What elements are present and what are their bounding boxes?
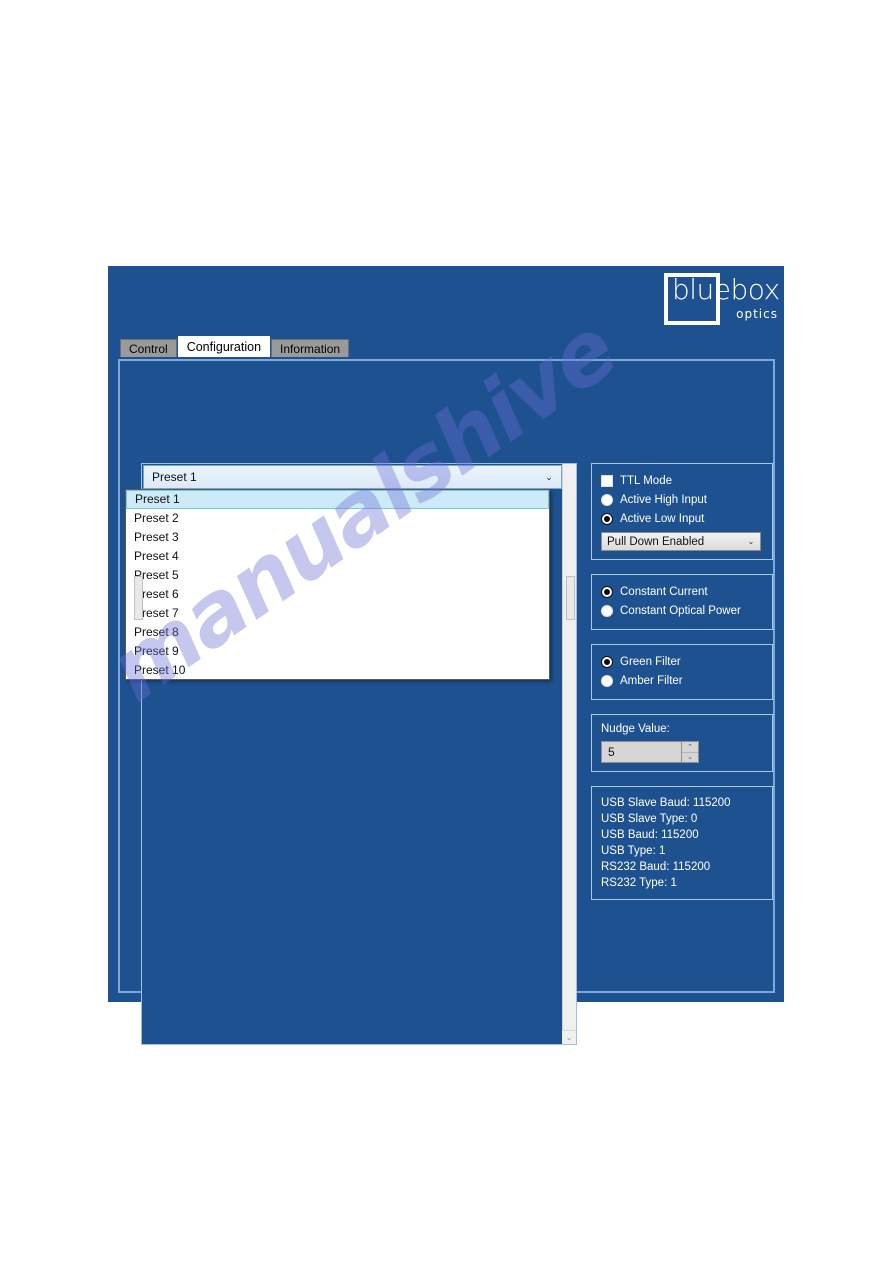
preset-option-8[interactable]: Preset 8: [126, 623, 549, 642]
preset-option-10[interactable]: Preset 10: [126, 661, 549, 680]
preset-option-2[interactable]: Preset 2: [126, 509, 549, 528]
amber-filter-label: Amber Filter: [620, 674, 683, 687]
preset-option-9[interactable]: Preset 9: [126, 642, 549, 661]
green-filter-row[interactable]: Green Filter: [601, 653, 763, 670]
constant-optical-power-row[interactable]: Constant Optical Power: [601, 602, 763, 619]
preset-combobox[interactable]: Preset 1 ⌄: [143, 465, 562, 489]
nudge-value-stepper[interactable]: 5 ⌃ ⌄: [601, 741, 699, 763]
ttl-mode-label: TTL Mode: [620, 474, 672, 487]
logo-tagline: optics: [736, 307, 778, 321]
rs232-baud-line: RS232 Baud: 115200: [601, 861, 711, 873]
preset-dropdown-list[interactable]: Preset 1 Preset 2 Preset 3 Preset 4 Pres…: [125, 489, 550, 680]
pulldown-select[interactable]: Pull Down Enabled ⌄: [601, 532, 761, 551]
logo-wordmark: bluebox: [672, 273, 780, 306]
tab-configuration[interactable]: Configuration: [177, 336, 271, 357]
bluebox-optics-logo: bluebox optics: [664, 269, 782, 331]
usb-slave-baud-line: USB Slave Baud: 115200: [601, 797, 731, 809]
application-window: bluebox optics Control Configuration Inf…: [108, 266, 784, 1045]
nudge-increment-button[interactable]: ⌃: [682, 742, 698, 753]
ttl-mode-checkbox[interactable]: [601, 474, 613, 487]
constant-current-label: Constant Current: [620, 585, 708, 598]
usb-type-line: USB Type: 1: [601, 845, 666, 857]
tab-information[interactable]: Information: [271, 339, 350, 357]
active-high-input-radio[interactable]: [601, 493, 613, 506]
panel-scrollbar[interactable]: ⌄: [562, 464, 576, 1044]
preset-option-3[interactable]: Preset 3: [126, 528, 549, 547]
nudge-value-title: Nudge Value:: [601, 723, 670, 735]
usb-slave-type-line: USB Slave Type: 0: [601, 813, 698, 825]
amber-filter-row[interactable]: Amber Filter: [601, 672, 763, 689]
nudge-spinner-buttons[interactable]: ⌃ ⌄: [681, 741, 699, 763]
active-high-input-row[interactable]: Active High Input: [601, 491, 763, 508]
chevron-down-icon: ⌄: [747, 537, 755, 546]
dropdown-scroll-nub-left[interactable]: [134, 576, 143, 620]
active-low-input-label: Active Low Input: [620, 512, 705, 525]
ttl-mode-row[interactable]: TTL Mode: [601, 472, 763, 489]
tab-control[interactable]: Control: [120, 339, 177, 357]
nudge-value-input[interactable]: 5: [601, 741, 681, 763]
tab-bar: Control Configuration Information: [120, 336, 350, 357]
preset-option-7[interactable]: Preset 7: [126, 604, 549, 623]
pulldown-select-value: Pull Down Enabled: [607, 535, 705, 548]
active-low-input-radio[interactable]: [601, 512, 613, 525]
constant-optical-power-radio[interactable]: [601, 604, 613, 617]
constant-current-row[interactable]: Constant Current: [601, 583, 763, 600]
preset-option-4[interactable]: Preset 4: [126, 547, 549, 566]
green-filter-radio[interactable]: [601, 655, 613, 668]
scroll-down-button[interactable]: ⌄: [562, 1030, 576, 1044]
usb-baud-line: USB Baud: 115200: [601, 829, 699, 841]
settings-column: TTL Mode Active High Input Active Low In…: [591, 463, 773, 914]
nudge-decrement-button[interactable]: ⌄: [682, 753, 698, 763]
preset-option-6[interactable]: Preset 6: [126, 585, 549, 604]
active-low-input-row[interactable]: Active Low Input: [601, 510, 763, 527]
preset-option-1[interactable]: Preset 1: [126, 490, 549, 509]
filter-group: Green Filter Amber Filter: [591, 644, 773, 700]
amber-filter-radio[interactable]: [601, 674, 613, 687]
preset-combobox-value: Preset 1: [152, 470, 197, 484]
constant-optical-power-label: Constant Optical Power: [620, 604, 741, 617]
chevron-down-icon: ⌄: [545, 471, 553, 482]
dropdown-scroll-nub-right[interactable]: [566, 576, 575, 620]
nudge-value-group: Nudge Value: 5 ⌃ ⌄: [591, 714, 773, 772]
constant-current-radio[interactable]: [601, 585, 613, 598]
active-high-input-label: Active High Input: [620, 493, 707, 506]
preset-option-5[interactable]: Preset 5: [126, 566, 549, 585]
green-filter-label: Green Filter: [620, 655, 681, 668]
rs232-type-line: RS232 Type: 1: [601, 877, 677, 889]
connection-info-group: USB Slave Baud: 115200 USB Slave Type: 0…: [591, 786, 773, 900]
ttl-mode-group: TTL Mode Active High Input Active Low In…: [591, 463, 773, 560]
tab-content-panel: Preset 1 ⌄ ⌄ Preset 1 Preset 2 Preset 3 …: [118, 359, 775, 1045]
drive-mode-group: Constant Current Constant Optical Power: [591, 574, 773, 630]
